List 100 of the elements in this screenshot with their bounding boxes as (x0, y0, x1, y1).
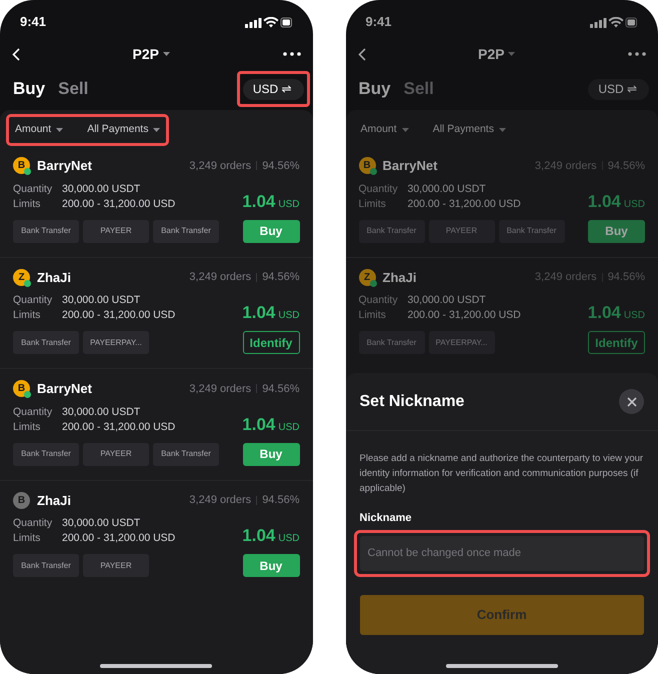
completion-rate: 94.56% (262, 493, 300, 508)
completion-rate: 94.56% (608, 158, 645, 174)
buy-button[interactable]: Buy (242, 442, 300, 466)
price-unit: USD (278, 420, 300, 434)
payment-method-tag: Bank Transfer (13, 442, 79, 466)
quantity-value: 30,000.00 USDT (62, 293, 142, 308)
limits-value: 200.00 - 31,200.00 USD (62, 196, 176, 212)
order-count: 3,249 orders (189, 493, 252, 508)
caret-icon (153, 128, 160, 132)
nickname-field[interactable]: Cannot be changed once made (360, 536, 644, 570)
merchant-name: BarryNet (37, 157, 92, 175)
filter-dropdown[interactable]: All Payments (87, 122, 148, 138)
more-icon[interactable] (282, 52, 300, 56)
avatar: B (358, 157, 376, 174)
payment-method-tag: Bank Transfer (13, 331, 79, 354)
avatar: Z (13, 268, 30, 286)
payment-method-tag: Bank Transfer (358, 331, 424, 354)
limits-value: 200.00 - 31,200.00 USD (62, 308, 176, 323)
price: 1.04 (242, 192, 276, 210)
identify-button[interactable]: Identify (242, 331, 300, 354)
trade-tab[interactable]: Buy (358, 76, 391, 102)
caret-icon (508, 52, 516, 56)
limits-label: Limits (13, 531, 42, 546)
order-count: 3,249 orders (189, 382, 252, 396)
filter-dropdown[interactable]: All Payments (432, 122, 494, 138)
trade-tab[interactable]: Sell (404, 76, 434, 102)
page-title[interactable]: P2P (132, 44, 159, 64)
limits-label: Limits (358, 308, 387, 323)
merchant-name: BarryNet (37, 380, 92, 398)
quantity-label: Quantity (13, 404, 54, 420)
payment-method-tag: Bank Transfer (13, 554, 79, 577)
order-count: 3,249 orders (534, 270, 597, 285)
sheet-title: Set Nickname (360, 392, 464, 412)
avatar: Z (358, 268, 376, 286)
completion-rate: 94.56% (262, 270, 300, 285)
buy-button[interactable]: Buy (242, 554, 300, 577)
limits-value: 200.00 - 31,200.00 USD (408, 196, 521, 212)
limits-label: Limits (13, 420, 42, 434)
buy-button[interactable]: Buy (242, 220, 300, 242)
price-unit: USD (278, 532, 300, 546)
back-icon[interactable] (358, 48, 366, 60)
price-unit: USD (624, 309, 645, 323)
payment-method-tag: PAYEER (428, 220, 494, 242)
merchant-name: ZhaJi (382, 268, 416, 286)
payment-method-tag: Bank Transfer (13, 220, 79, 242)
payment-method-tag: PAYEER (83, 220, 149, 242)
caret-icon (162, 52, 170, 56)
field-label: Nickname (358, 511, 412, 526)
payment-method-tag: Bank Transfer (153, 220, 219, 242)
payment-method-tag: PAYEERPAY... (428, 331, 494, 354)
status-icons (590, 16, 638, 28)
filter-dropdown[interactable]: Amount (360, 122, 397, 138)
more-icon[interactable] (628, 52, 646, 56)
quantity-label: Quantity (358, 182, 399, 196)
status-icons (244, 16, 292, 28)
quantity-value: 30,000.00 USDT (62, 182, 142, 196)
price-unit: USD (624, 198, 645, 212)
price: 1.04 (242, 304, 276, 321)
limits-label: Limits (13, 308, 42, 323)
currency-toggle[interactable]: USD ⇌ (588, 78, 649, 100)
price: 1.04 (242, 527, 276, 544)
avatar: B (13, 157, 30, 174)
payment-method-tag: PAYEER (83, 442, 149, 466)
status-time: 9:41 (20, 13, 46, 32)
sheet-description: Please add a nickname and authorize the counterparty to view your identity information for verification and communication purposes (if applicable) (358, 452, 644, 496)
identify-button[interactable]: Identify (588, 331, 645, 354)
caret-icon (498, 128, 506, 132)
limits-value: 200.00 - 31,200.00 USD (408, 308, 521, 323)
quantity-value: 30,000.00 USDT (62, 516, 142, 531)
quantity-label: Quantity (13, 182, 54, 196)
caret-icon (402, 128, 409, 132)
limits-value: 200.00 - 31,200.00 USD (62, 420, 176, 434)
limits-value: 200.00 - 31,200.00 USD (62, 531, 176, 546)
close-icon (626, 396, 636, 406)
quantity-label: Quantity (358, 293, 399, 308)
merchant-name: ZhaJi (37, 268, 71, 286)
price: 1.04 (588, 304, 621, 321)
page-title[interactable]: P2P (478, 44, 504, 64)
completion-rate: 94.56% (262, 382, 300, 396)
trade-tab[interactable]: Sell (58, 76, 88, 102)
order-count: 3,249 orders (189, 158, 252, 174)
quantity-label: Quantity (13, 293, 54, 308)
order-count: 3,249 orders (534, 158, 597, 174)
caret-icon (56, 128, 64, 132)
merchant-name: ZhaJi (37, 492, 71, 510)
merchant-name: BarryNet (382, 157, 438, 175)
payment-method-tag: Bank Transfer (153, 442, 219, 466)
back-icon[interactable] (12, 48, 20, 60)
trade-tab[interactable]: Buy (13, 76, 46, 102)
completion-rate: 94.56% (262, 158, 300, 174)
payment-method-tag: PAYEER (83, 554, 149, 577)
quantity-value: 30,000.00 USDT (408, 182, 487, 196)
close-button[interactable] (619, 389, 644, 414)
payment-method-tag: PAYEERPAY... (83, 331, 149, 354)
avatar: B (13, 492, 30, 509)
price-unit: USD (278, 198, 300, 212)
status-time: 9:41 (366, 13, 392, 32)
quantity-label: Quantity (13, 516, 54, 531)
currency-toggle[interactable]: USD ⇌ (242, 78, 304, 100)
filter-dropdown[interactable]: Amount (15, 122, 52, 138)
